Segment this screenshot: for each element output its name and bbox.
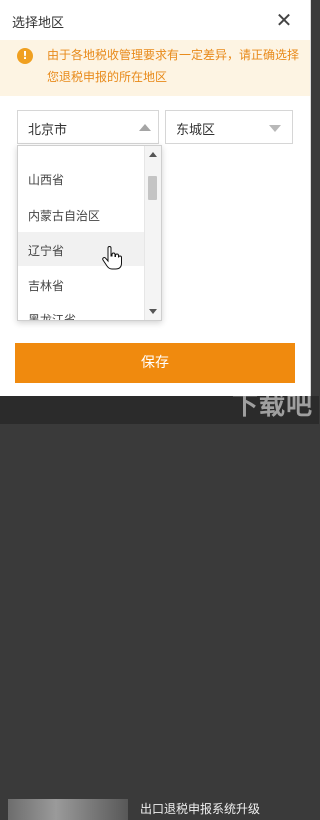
dropdown-option[interactable]: 山西省 (18, 161, 144, 195)
city-dropdown-list: 山西省 内蒙古自治区 辽宁省 吉林省 黑龙江省 (17, 145, 162, 321)
background-thumbnail (8, 799, 128, 820)
district-select-value: 东城区 (176, 123, 216, 138)
dropdown-option[interactable]: 内蒙古自治区 (18, 197, 144, 231)
region-dialog: 选择地区 ✕ ! 由于各地税收管理要求有一定差异，请正确选择您退税申报的所在地区… (0, 0, 311, 396)
dialog-title: 选择地区 (12, 16, 65, 31)
warning-icon: ! (17, 48, 33, 64)
chevron-up-icon (139, 124, 151, 131)
dialog-header: 选择地区 ✕ (0, 0, 310, 40)
background-item-title: 出口退税申报系统升级 (140, 802, 261, 816)
scroll-up-icon[interactable] (149, 152, 157, 157)
dropdown-option[interactable]: 吉林省 (18, 267, 144, 301)
dropdown-option[interactable]: 黑龙江省 (18, 301, 144, 321)
hand-cursor-icon (102, 246, 122, 270)
option-label: 黑龙江省 (28, 313, 77, 321)
close-icon[interactable]: ✕ (272, 8, 296, 32)
scrollbar-thumb[interactable] (148, 176, 157, 200)
option-label: 内蒙古自治区 (28, 209, 101, 223)
save-button[interactable]: 保存 (15, 343, 295, 383)
option-label: 山西省 (28, 173, 65, 187)
district-select[interactable]: 东城区 (165, 110, 293, 144)
dropdown-option-hovered[interactable]: 辽宁省 (18, 232, 144, 266)
notice-text: 由于各地税收管理要求有一定差异，请正确选择您退税申报的所在地区 (47, 48, 300, 84)
city-select[interactable]: 北京市 (17, 110, 159, 144)
dropdown-scrollbar[interactable] (144, 146, 161, 320)
option-label: 吉林省 (28, 279, 65, 293)
option-label: 辽宁省 (28, 244, 65, 258)
scroll-down-icon[interactable] (149, 309, 157, 314)
chevron-down-icon (269, 125, 281, 132)
city-select-value: 北京市 (28, 123, 68, 138)
